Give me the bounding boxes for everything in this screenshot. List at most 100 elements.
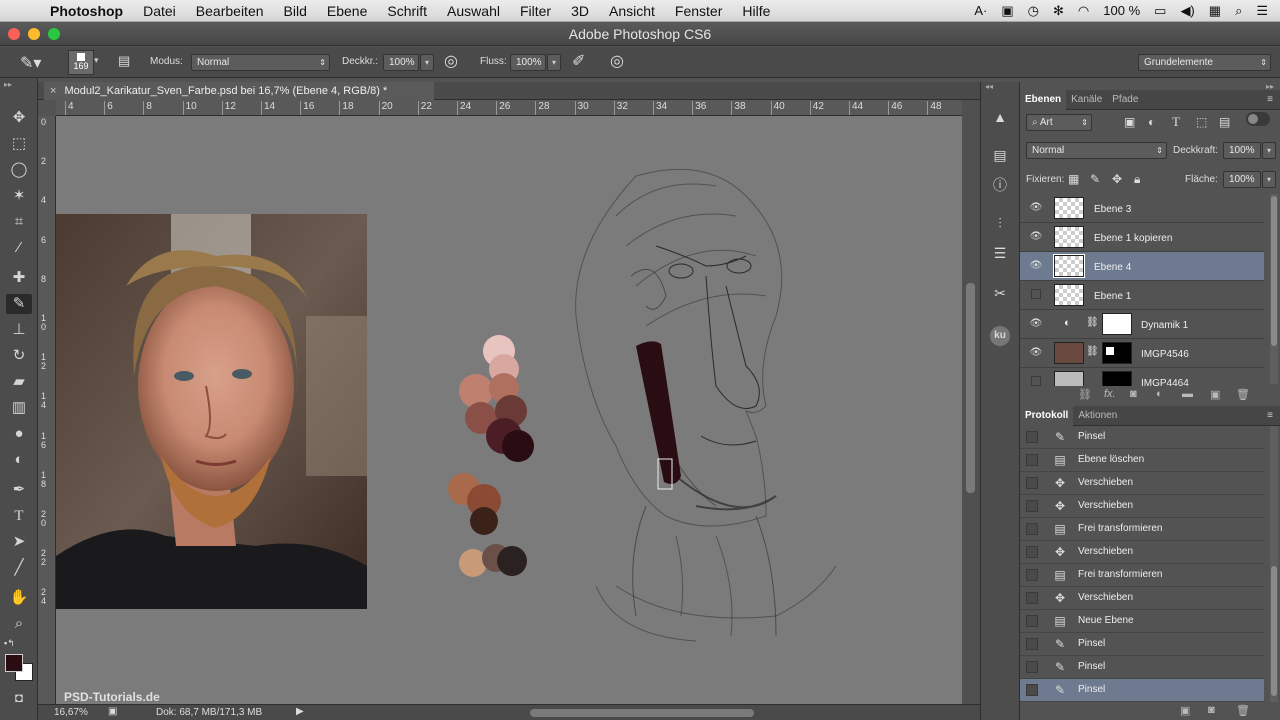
type-tool-icon[interactable]: T: [6, 506, 32, 526]
eyedropper-tool-icon[interactable]: ⁄: [6, 238, 32, 258]
healing-brush-tool-icon[interactable]: ✚: [6, 268, 32, 288]
canvas-vscroll-thumb[interactable]: [966, 283, 975, 493]
menu-bearbeiten[interactable]: Bearbeiten: [186, 3, 274, 19]
pressure-size-icon[interactable]: ◎: [610, 51, 624, 71]
lasso-tool-icon[interactable]: ◯: [6, 160, 32, 180]
snapshot-icon[interactable]: ◙: [1208, 704, 1215, 716]
zoom-window-icon[interactable]: [48, 28, 60, 40]
tab-aktionen[interactable]: Aktionen: [1073, 406, 1122, 426]
dodge-tool-icon[interactable]: ◐: [6, 450, 32, 470]
gradient-tool-icon[interactable]: ▥: [6, 398, 32, 418]
brush-picker-dropdown-icon[interactable]: ▾: [94, 55, 99, 66]
adobe-icon[interactable]: A·: [974, 3, 987, 18]
mode-select[interactable]: Normal ⇕: [191, 54, 330, 71]
layer-row-selected[interactable]: 👁︎ Ebene 4: [1020, 252, 1264, 281]
add-mask-icon[interactable]: ◙: [1130, 388, 1137, 400]
layer-fill-dropdown-icon[interactable]: ▾: [1262, 171, 1276, 188]
stamp-tool-icon[interactable]: ⊥: [6, 320, 32, 340]
menu-datei[interactable]: Datei: [133, 3, 186, 19]
brush-panel-icon[interactable]: ▤: [118, 53, 130, 69]
move-tool-icon[interactable]: ✥: [6, 108, 32, 128]
hand-tool-icon[interactable]: ✋: [6, 588, 32, 608]
opacity-input[interactable]: 100%: [383, 54, 419, 71]
eraser-tool-icon[interactable]: ▰: [6, 372, 32, 392]
brush-tool-icon[interactable]: ✎: [6, 294, 32, 314]
foreground-color-swatch[interactable]: [5, 654, 23, 672]
info-icon[interactable]: ⓘ: [989, 174, 1011, 196]
bluetooth-icon[interactable]: ✻: [1053, 3, 1064, 19]
menu-schrift[interactable]: Schrift: [377, 3, 437, 19]
visibility-eye-icon[interactable]: 👁︎: [1029, 231, 1043, 243]
layer-blend-mode-select[interactable]: Normal ⇕: [1026, 142, 1167, 159]
filter-adjustment-icon[interactable]: ◐: [1148, 115, 1155, 129]
filter-smart-object-icon[interactable]: ▤: [1219, 115, 1230, 129]
collapse-strip-icon[interactable]: ◂◂: [985, 82, 993, 91]
minimize-window-icon[interactable]: [28, 28, 40, 40]
pen-tool-icon[interactable]: ✒: [6, 480, 32, 500]
adjustments-icon[interactable]: ☰: [989, 242, 1011, 264]
filter-type-icon[interactable]: T: [1172, 114, 1180, 130]
layer-opacity-input[interactable]: 100%: [1223, 142, 1261, 159]
default-colors-icon[interactable]: ▪↰: [4, 638, 15, 649]
lock-transparency-icon[interactable]: ▦: [1068, 172, 1079, 186]
menu-fenster[interactable]: Fenster: [665, 3, 732, 19]
crop-tool-icon[interactable]: ⌗: [6, 212, 32, 232]
layer-opacity-dropdown-icon[interactable]: ▾: [1262, 142, 1276, 159]
layer-row[interactable]: 👁︎ Ebene 3: [1020, 194, 1264, 223]
flow-input[interactable]: 100%: [510, 54, 546, 71]
visibility-off-box[interactable]: [1031, 289, 1041, 299]
pressure-opacity-icon[interactable]: ◎: [444, 51, 458, 71]
history-source-checkbox[interactable]: [1026, 592, 1038, 604]
close-document-icon[interactable]: ×: [50, 85, 56, 97]
quick-mask-icon[interactable]: ◘: [6, 688, 32, 708]
menu-auswahl[interactable]: Auswahl: [437, 3, 510, 19]
layers-scroll-thumb[interactable]: [1271, 196, 1277, 346]
tab-ebenen[interactable]: Ebenen: [1020, 90, 1067, 110]
canvas-hscroll-thumb[interactable]: [530, 709, 754, 717]
zoom-level[interactable]: 16,67%: [54, 707, 88, 718]
delete-layer-icon[interactable]: 🗑︎: [1236, 388, 1250, 401]
notification-icon[interactable]: ☰: [1256, 3, 1268, 19]
history-source-checkbox[interactable]: [1026, 569, 1038, 581]
marquee-tool-icon[interactable]: ⬚: [6, 134, 32, 154]
history-source-checkbox[interactable]: [1026, 661, 1038, 673]
tab-protokoll[interactable]: Protokoll: [1020, 406, 1074, 426]
history-source-checkbox[interactable]: [1026, 477, 1038, 489]
menu-filter[interactable]: Filter: [510, 3, 561, 19]
history-source-checkbox[interactable]: [1026, 638, 1038, 650]
workspace-select[interactable]: Grundelemente ⇕: [1138, 54, 1271, 71]
layer-effects-icon[interactable]: fx.: [1104, 388, 1116, 400]
lock-all-icon[interactable]: 🔒︎: [1134, 172, 1140, 187]
history-brush-tool-icon[interactable]: ↻: [6, 346, 32, 366]
collapse-tools-icon[interactable]: ▸▸: [4, 80, 12, 89]
history-source-checkbox[interactable]: [1026, 454, 1038, 466]
history-source-checkbox[interactable]: [1026, 546, 1038, 558]
menu-3d[interactable]: 3D: [561, 3, 599, 19]
history-item[interactable]: ▤ Frei transformieren: [1020, 518, 1264, 541]
line-tool-icon[interactable]: ╱: [6, 558, 32, 578]
canvas-vertical-scrollbar[interactable]: [962, 100, 980, 704]
visibility-off-box[interactable]: [1031, 376, 1041, 386]
screen-icon[interactable]: ▣: [1001, 3, 1013, 19]
history-item[interactable]: ✎ Pinsel: [1020, 426, 1264, 449]
battery-icon[interactable]: ▭: [1154, 3, 1166, 19]
history-source-checkbox[interactable]: [1026, 523, 1038, 535]
plugin-ku-icon[interactable]: ku: [990, 326, 1010, 346]
history-panel-menu-icon[interactable]: ≡: [1262, 406, 1278, 426]
layers-scrollbar[interactable]: [1270, 194, 1278, 384]
layer-row[interactable]: 👁︎ ⛓︎ IMGP4546: [1020, 339, 1264, 368]
layer-filter-select[interactable]: ⌕ Art ⇕: [1026, 114, 1092, 131]
zoom-tool-icon[interactable]: ⌕: [6, 614, 32, 634]
layer-row[interactable]: 👁︎ Ebene 1 kopieren: [1020, 223, 1264, 252]
history-item[interactable]: ✎ Pinsel: [1020, 633, 1264, 656]
new-group-icon[interactable]: ▬: [1182, 388, 1193, 400]
history-item[interactable]: ✥ Verschieben: [1020, 495, 1264, 518]
history-source-checkbox[interactable]: [1026, 615, 1038, 627]
tab-kanaele[interactable]: Kanäle: [1066, 90, 1107, 110]
menu-bild[interactable]: Bild: [274, 3, 317, 19]
layers-panel-menu-icon[interactable]: ≡: [1262, 90, 1278, 110]
layer-row[interactable]: 👁︎ ◐ ⛓︎ Dynamik 1: [1020, 310, 1264, 339]
airbrush-icon[interactable]: ✐: [572, 51, 585, 71]
lock-position-icon[interactable]: ✥: [1112, 172, 1122, 186]
history-panel-icon[interactable]: ▤: [989, 144, 1011, 166]
